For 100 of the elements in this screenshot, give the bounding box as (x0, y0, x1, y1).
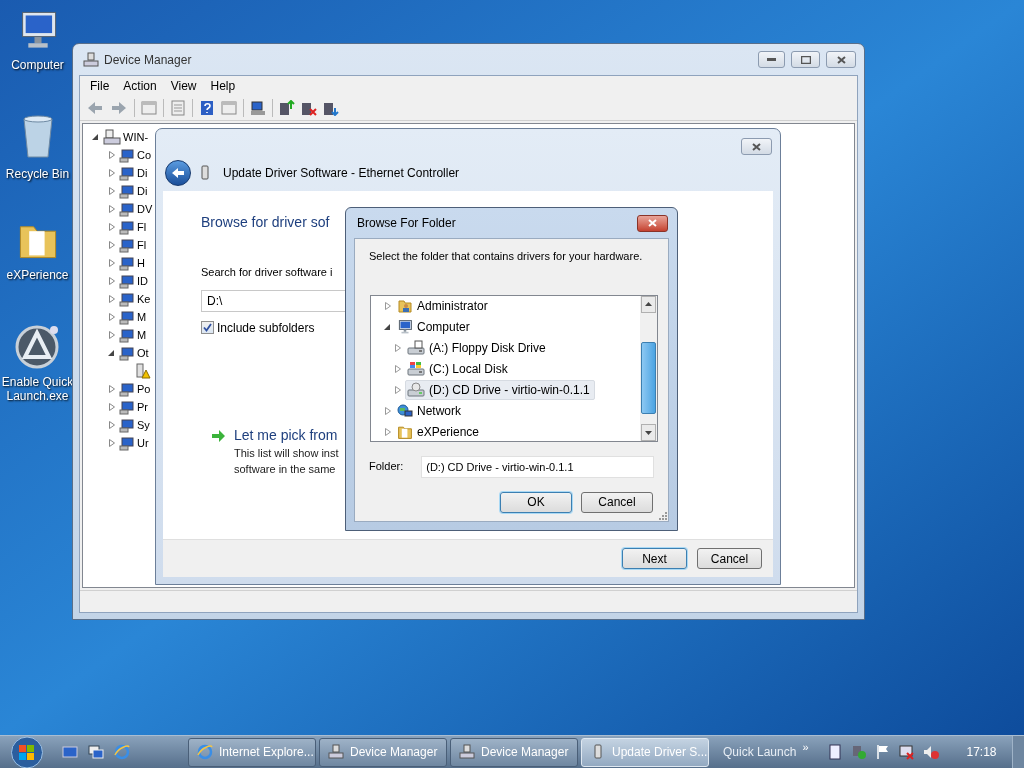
tree-toggle-icon[interactable] (384, 428, 392, 436)
tree-toggle-icon[interactable] (108, 259, 116, 267)
arrow-icon (211, 428, 226, 443)
tree-toggle-icon[interactable] (108, 205, 116, 213)
tree-toggle-icon[interactable] (108, 277, 116, 285)
tree-toggle-icon[interactable] (384, 407, 392, 415)
close-button[interactable] (637, 214, 668, 232)
minimize-button[interactable] (758, 51, 785, 68)
flag-icon[interactable] (874, 744, 891, 760)
tree-toggle-icon[interactable] (92, 133, 100, 141)
device-icon (119, 147, 135, 163)
tree-toggle-icon[interactable] (108, 295, 116, 303)
tree-item-label[interactable]: WIN- (123, 128, 149, 146)
tree-toggle-icon[interactable] (108, 313, 116, 321)
tree-toggle-icon[interactable] (108, 421, 116, 429)
tree-item-label[interactable]: Ot (137, 344, 149, 362)
switch-windows-icon[interactable] (88, 744, 104, 760)
close-icon (752, 142, 761, 151)
update-device-icon[interactable] (279, 99, 295, 116)
folder-field[interactable]: (D:) CD Drive - virtio-win-0.1.1 (421, 455, 654, 478)
tree-toggle-icon[interactable] (108, 151, 116, 159)
speaker-muted-icon[interactable] (922, 744, 939, 760)
minimize-icon (767, 58, 776, 61)
tree-item-label[interactable]: Di (137, 164, 148, 182)
document-icon[interactable] (826, 744, 843, 760)
tree-item-label[interactable]: Fl (137, 218, 147, 236)
show-desktop-icon[interactable] (62, 744, 78, 760)
scroll-thumb[interactable] (641, 341, 656, 414)
device-check-icon[interactable] (850, 744, 867, 760)
tree-item-label[interactable]: Pr (137, 398, 148, 416)
device-icon (119, 219, 135, 235)
instruction-text: Select the folder that contains drivers for your hardware. (369, 249, 644, 264)
tree-toggle-icon[interactable] (108, 223, 116, 231)
menu-item[interactable]: Help (204, 76, 242, 95)
clock[interactable]: 17:18 (966, 743, 997, 761)
back-button[interactable] (165, 160, 191, 186)
tree-item-label[interactable]: ID (137, 272, 148, 290)
dialog-button[interactable]: Cancel (697, 548, 762, 569)
dialog-button[interactable]: Cancel (581, 491, 653, 513)
tree-toggle-icon[interactable] (108, 403, 116, 411)
folder-tree-item[interactable]: Network (395, 401, 466, 421)
folder-tree-item[interactable]: Computer (395, 317, 475, 337)
dialog-title: Browse For Folder (357, 215, 456, 232)
tree-toggle-icon[interactable] (108, 349, 116, 357)
dialog-button[interactable]: Next (622, 548, 687, 569)
back-arrow-icon[interactable] (86, 99, 104, 116)
description-text: This list will show inst (234, 445, 339, 461)
device-icon (119, 255, 135, 271)
tree-item-label[interactable]: Sy (137, 416, 150, 434)
network-error-icon[interactable] (898, 744, 915, 760)
floppy-drive-icon (407, 340, 425, 356)
dialog-button[interactable]: OK (500, 491, 572, 513)
folder-tree-item[interactable]: (C:) Local Disk (405, 359, 513, 379)
close-button[interactable] (741, 138, 772, 155)
scroll-down-icon[interactable] (641, 423, 656, 441)
show-desktop-strip[interactable] (1012, 736, 1024, 768)
tree-item-label[interactable]: Ke (137, 290, 151, 308)
tree-toggle-icon[interactable] (108, 439, 116, 447)
checkbox[interactable] (201, 321, 214, 334)
tree-toggle-icon[interactable] (108, 385, 116, 393)
forward-arrow-icon[interactable] (110, 99, 128, 116)
tree-toggle-icon[interactable] (108, 331, 116, 339)
folder-tree-item[interactable]: Administrator (395, 296, 493, 316)
scroll-up-icon[interactable] (641, 295, 656, 313)
tree-item-label[interactable]: Po (137, 380, 151, 398)
menu-item[interactable]: File (84, 76, 116, 95)
folder-tree-item[interactable]: (D:) CD Drive - virtio-win-0.1.1 (405, 380, 595, 400)
scrollbar[interactable] (640, 295, 657, 441)
device-icon (119, 237, 135, 253)
tree-item-label[interactable]: M (137, 326, 147, 344)
tree-item-label[interactable]: Co (137, 146, 152, 164)
tree-toggle-icon[interactable] (394, 365, 402, 373)
device-icon (119, 345, 135, 361)
tree-item-label[interactable]: Di (137, 182, 148, 200)
tree-toggle-icon[interactable] (108, 169, 116, 177)
tree-toggle-icon[interactable] (384, 323, 392, 331)
tree-toggle-icon[interactable] (394, 386, 402, 394)
tree-item-label[interactable]: Fl (137, 236, 147, 254)
tree-toggle-icon[interactable] (384, 302, 392, 310)
folder-tree-item[interactable]: (A:) Floppy Disk Drive (405, 338, 551, 358)
help-icon[interactable] (199, 99, 215, 116)
tree-item-label[interactable]: M (137, 308, 147, 326)
tree-item-label[interactable]: DV (137, 200, 153, 218)
tree-item-label[interactable]: H (137, 254, 145, 272)
computer-tree-icon (328, 744, 344, 760)
start-button-icon[interactable] (8, 735, 46, 768)
pick-driver-link[interactable]: Let me pick from (234, 424, 338, 445)
cd-drive-icon (407, 382, 425, 398)
menu-item[interactable]: View (164, 76, 203, 95)
device-icon (119, 291, 135, 307)
tree-item-label[interactable]: Ur (137, 434, 149, 452)
menu-item[interactable]: Action (117, 76, 163, 95)
desktop-shortcut[interactable]: Recycle Bin (0, 105, 75, 210)
close-button[interactable] (826, 51, 856, 68)
tree-toggle-icon[interactable] (108, 187, 116, 195)
maximize-button[interactable] (791, 51, 820, 68)
resize-grip-icon[interactable] (659, 512, 667, 520)
tree-toggle-icon[interactable] (394, 344, 402, 352)
tree-toggle-icon[interactable] (108, 241, 116, 249)
folder-tree-item[interactable]: eXPerience (395, 422, 485, 441)
